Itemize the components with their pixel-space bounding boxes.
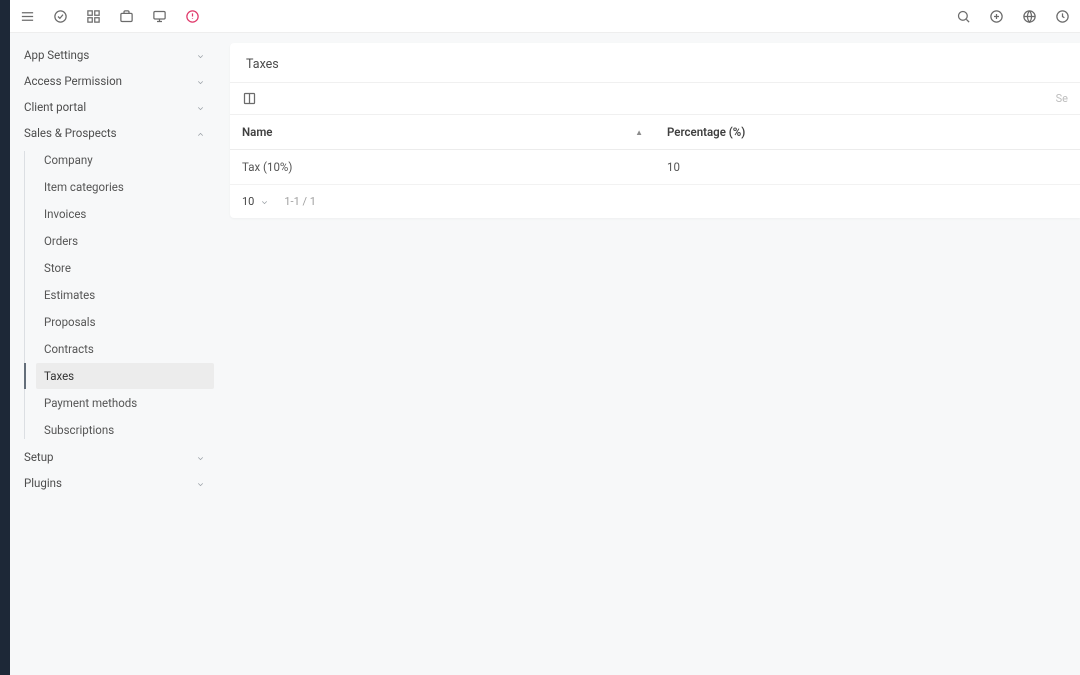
nav-group-label: Access Permission	[24, 74, 122, 88]
nav-group-access-permission[interactable]: Access Permission	[10, 68, 220, 94]
th-name-label: Name	[242, 125, 273, 139]
search-hint[interactable]: Se	[1056, 92, 1068, 105]
menu-icon[interactable]	[20, 9, 35, 24]
pagination-range: 1-1 / 1	[284, 195, 316, 208]
chevron-up-icon	[196, 128, 206, 138]
chevron-down-icon	[196, 76, 206, 86]
nav-subitem-company[interactable]: Company	[36, 147, 214, 173]
page-size-value: 10	[242, 195, 254, 208]
nav-group-setup[interactable]: Setup	[10, 444, 220, 470]
nav-subitem-item-categories[interactable]: Item categories	[36, 174, 214, 200]
th-name[interactable]: Name ▲	[230, 115, 655, 150]
briefcase-icon[interactable]	[119, 9, 134, 24]
th-percentage[interactable]: Percentage (%)	[655, 115, 1080, 150]
cell-name: Tax (10%)	[230, 150, 655, 185]
clock-alert-icon[interactable]	[185, 9, 200, 24]
card-toolbar: Se	[230, 83, 1080, 115]
nav-subitem-payment-methods[interactable]: Payment methods	[36, 390, 214, 416]
nav-group-sales-prospects[interactable]: Sales & Prospects	[10, 120, 220, 146]
nav-group-label: Setup	[24, 450, 54, 464]
nav-group-client-portal[interactable]: Client portal	[10, 94, 220, 120]
columns-icon[interactable]	[242, 91, 257, 106]
page-size-select[interactable]: 10	[242, 195, 270, 208]
main: Taxes Se Name ▲ Percentage	[220, 0, 1080, 675]
nav-group-app-settings[interactable]: App Settings	[10, 42, 220, 68]
nav-sublist: CompanyItem categoriesInvoicesOrdersStor…	[24, 147, 220, 443]
table-row[interactable]: Tax (10%)10	[230, 150, 1080, 185]
nav-subitem-orders[interactable]: Orders	[36, 228, 214, 254]
nav-subitem-contracts[interactable]: Contracts	[36, 336, 214, 362]
nav-group-plugins[interactable]: Plugins	[10, 470, 220, 496]
nav-group-label: App Settings	[24, 48, 89, 62]
chevron-down-icon	[196, 478, 206, 488]
clock-icon[interactable]	[1055, 9, 1070, 24]
globe-icon[interactable]	[1022, 9, 1037, 24]
chevron-down-icon	[196, 102, 206, 112]
th-percentage-label: Percentage (%)	[667, 125, 745, 139]
sort-asc-icon: ▲	[635, 128, 643, 137]
left-rail	[0, 0, 10, 675]
topbar	[10, 0, 1080, 33]
page-title: Taxes	[230, 43, 1080, 83]
nav-subitem-proposals[interactable]: Proposals	[36, 309, 214, 335]
nav-group-label: Sales & Prospects	[24, 126, 117, 140]
nav-group-label: Client portal	[24, 100, 86, 114]
check-circle-icon[interactable]	[53, 9, 68, 24]
chevron-down-icon	[260, 197, 270, 207]
plus-circle-icon[interactable]	[989, 9, 1004, 24]
nav-subitem-estimates[interactable]: Estimates	[36, 282, 214, 308]
taxes-table: Name ▲ Percentage (%) Tax (10%)10	[230, 115, 1080, 185]
nav-subitem-invoices[interactable]: Invoices	[36, 201, 214, 227]
nav-subitem-taxes[interactable]: Taxes	[36, 363, 214, 389]
nav-subitem-store[interactable]: Store	[36, 255, 214, 281]
nav-group-label: Plugins	[24, 476, 62, 490]
cell-percentage: 10	[655, 150, 1080, 185]
monitor-icon[interactable]	[152, 9, 167, 24]
nav-subitem-subscriptions[interactable]: Subscriptions	[36, 417, 214, 443]
chevron-down-icon	[196, 452, 206, 462]
chevron-down-icon	[196, 50, 206, 60]
search-icon[interactable]	[956, 9, 971, 24]
table-footer: 10 1-1 / 1	[230, 185, 1080, 218]
taxes-card: Taxes Se Name ▲ Percentage	[230, 43, 1080, 218]
grid-icon[interactable]	[86, 9, 101, 24]
sidebar: App Settings Access Permission Client port…	[10, 0, 220, 675]
